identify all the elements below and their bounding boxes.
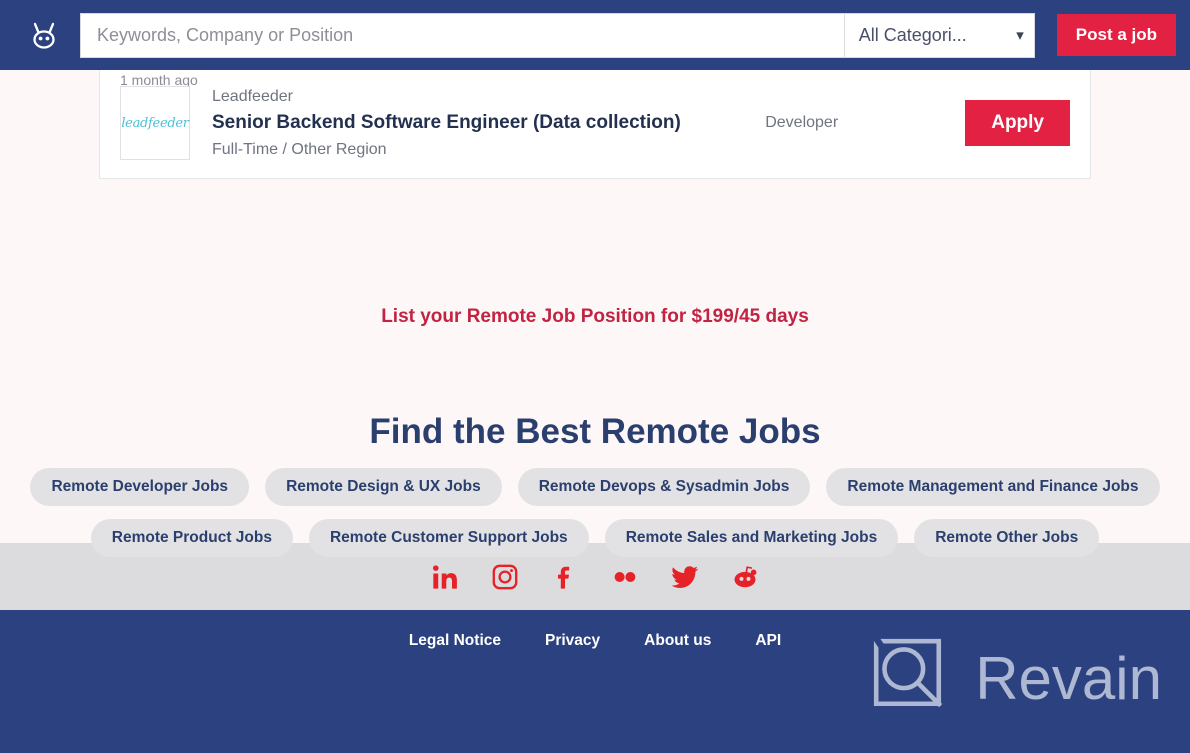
post-a-job-button[interactable]: Post a job bbox=[1056, 14, 1176, 56]
company-logo: leadfeeder bbox=[120, 86, 190, 160]
revain-brand-name: Revain bbox=[975, 644, 1162, 712]
job-type-region: Full-Time / Other Region bbox=[212, 140, 387, 158]
revain-brand: Revain bbox=[867, 632, 1162, 724]
linkedin-icon[interactable] bbox=[426, 558, 464, 596]
tag-remote-product-jobs[interactable]: Remote Product Jobs bbox=[90, 519, 293, 557]
job-posted-ago: 1 month ago bbox=[120, 72, 198, 86]
footer-link-privacy[interactable]: Privacy bbox=[545, 632, 600, 650]
chevron-down-icon: ▾ bbox=[1016, 27, 1024, 44]
site-footer: Legal Notice Privacy About us API Revain bbox=[0, 610, 1190, 753]
job-info: Leadfeeder Senior Backend Software Engin… bbox=[212, 88, 765, 159]
twitter-icon[interactable] bbox=[666, 558, 704, 596]
robot-head-icon bbox=[33, 22, 55, 49]
apply-button[interactable]: Apply bbox=[965, 100, 1070, 146]
revain-logo-icon bbox=[871, 633, 943, 708]
job-title-link[interactable]: Senior Backend Software Engineer (Data c… bbox=[212, 112, 765, 134]
job-company-name: Leadfeeder bbox=[212, 87, 293, 105]
tag-remote-sales-marketing-jobs[interactable]: Remote Sales and Marketing Jobs bbox=[604, 519, 899, 557]
tag-remote-customer-support-jobs[interactable]: Remote Customer Support Jobs bbox=[308, 519, 589, 557]
promo-listing-link[interactable]: List your Remote Job Position for $199/4… bbox=[0, 306, 1190, 328]
site-logo[interactable] bbox=[18, 9, 70, 61]
tag-remote-developer-jobs[interactable]: Remote Developer Jobs bbox=[30, 468, 250, 506]
site-header: All Categori... ▾ Post a job bbox=[0, 0, 1190, 70]
main-content: 1 month ago leadfeeder Leadfeeder Senior… bbox=[0, 70, 1190, 557]
search-bar: All Categori... ▾ bbox=[80, 12, 1035, 58]
footer-link-api[interactable]: API bbox=[755, 632, 781, 650]
job-row: leadfeeder Leadfeeder Senior Backend Sof… bbox=[120, 86, 1070, 160]
footer-link-legal-notice[interactable]: Legal Notice bbox=[409, 632, 501, 650]
tag-remote-devops-sysadmin-jobs[interactable]: Remote Devops & Sysadmin Jobs bbox=[517, 468, 811, 506]
tag-remote-other-jobs[interactable]: Remote Other Jobs bbox=[914, 519, 1100, 557]
flickr-icon[interactable] bbox=[606, 558, 644, 596]
job-category: Developer bbox=[765, 114, 839, 131]
job-listing-card[interactable]: 1 month ago leadfeeder Leadfeeder Senior… bbox=[99, 70, 1091, 179]
page-title: Find the Best Remote Jobs bbox=[369, 412, 821, 451]
facebook-icon[interactable] bbox=[546, 558, 584, 596]
category-select[interactable]: All Categori... ▾ bbox=[843, 13, 1034, 57]
category-tag-list: Remote Developer Jobs Remote Design & UX… bbox=[20, 468, 1170, 557]
company-logo-text: leadfeeder bbox=[121, 115, 189, 131]
search-input[interactable] bbox=[81, 13, 844, 57]
category-select-value: All Categori... bbox=[858, 24, 967, 45]
tag-remote-management-finance-jobs[interactable]: Remote Management and Finance Jobs bbox=[826, 468, 1160, 506]
footer-link-about-us[interactable]: About us bbox=[644, 632, 711, 650]
instagram-icon[interactable] bbox=[486, 558, 524, 596]
tag-remote-design-ux-jobs[interactable]: Remote Design & UX Jobs bbox=[265, 468, 502, 506]
reddit-icon[interactable] bbox=[726, 558, 764, 596]
